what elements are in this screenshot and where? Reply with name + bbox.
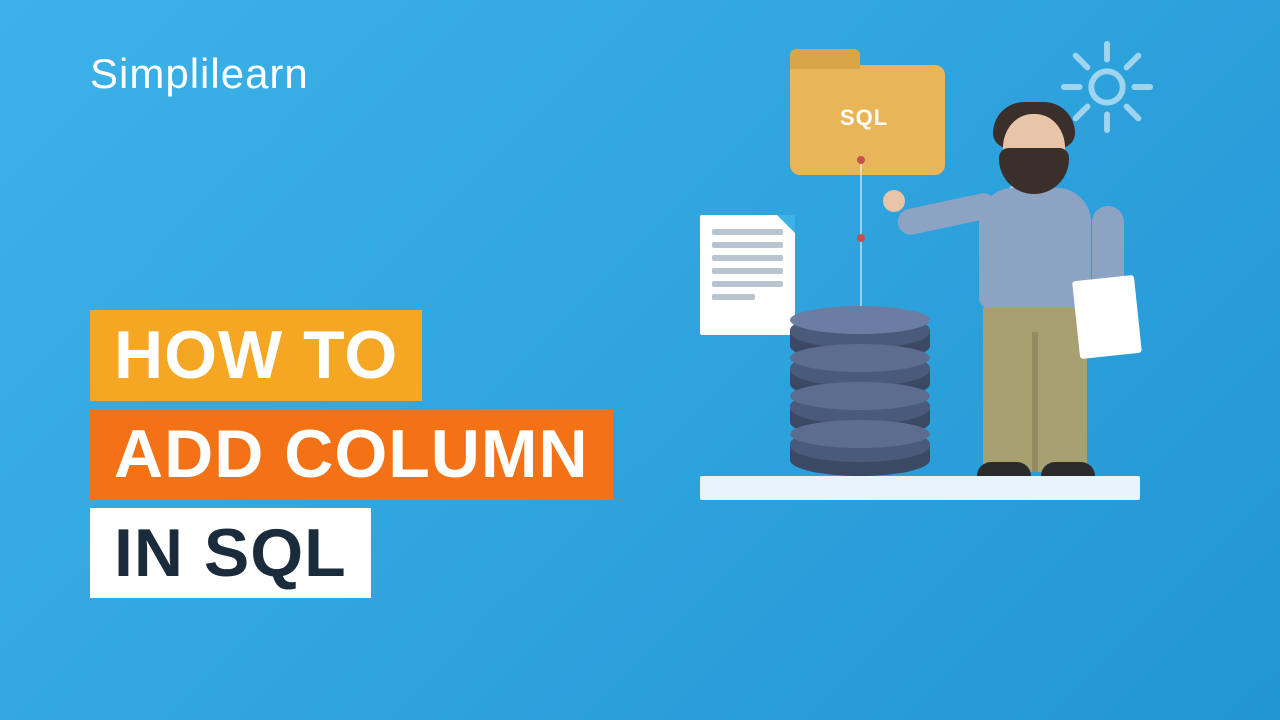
title-line-1: HOW TO	[90, 310, 422, 401]
brand-part2: i	[200, 50, 210, 98]
folder-icon: SQL	[790, 65, 945, 175]
title-block: HOW TO ADD COLUMN IN SQL	[90, 310, 613, 598]
title-line-2: ADD COLUMN	[90, 409, 613, 500]
title-line-3: IN SQL	[90, 508, 371, 599]
brand-part3: learn	[210, 50, 308, 97]
brand-logo: Simplilearn	[90, 50, 309, 98]
document-icon	[700, 215, 795, 335]
platform	[700, 476, 1140, 500]
brand-part1: Simpl	[90, 50, 200, 97]
person-illustration	[945, 96, 1120, 476]
connector-node	[857, 234, 865, 242]
tablet-icon	[1072, 275, 1142, 359]
database-icon	[790, 324, 930, 476]
connector-node	[857, 156, 865, 164]
folder-label: SQL	[840, 105, 888, 131]
illustration: SQL	[670, 30, 1170, 500]
connector-line	[860, 160, 862, 330]
